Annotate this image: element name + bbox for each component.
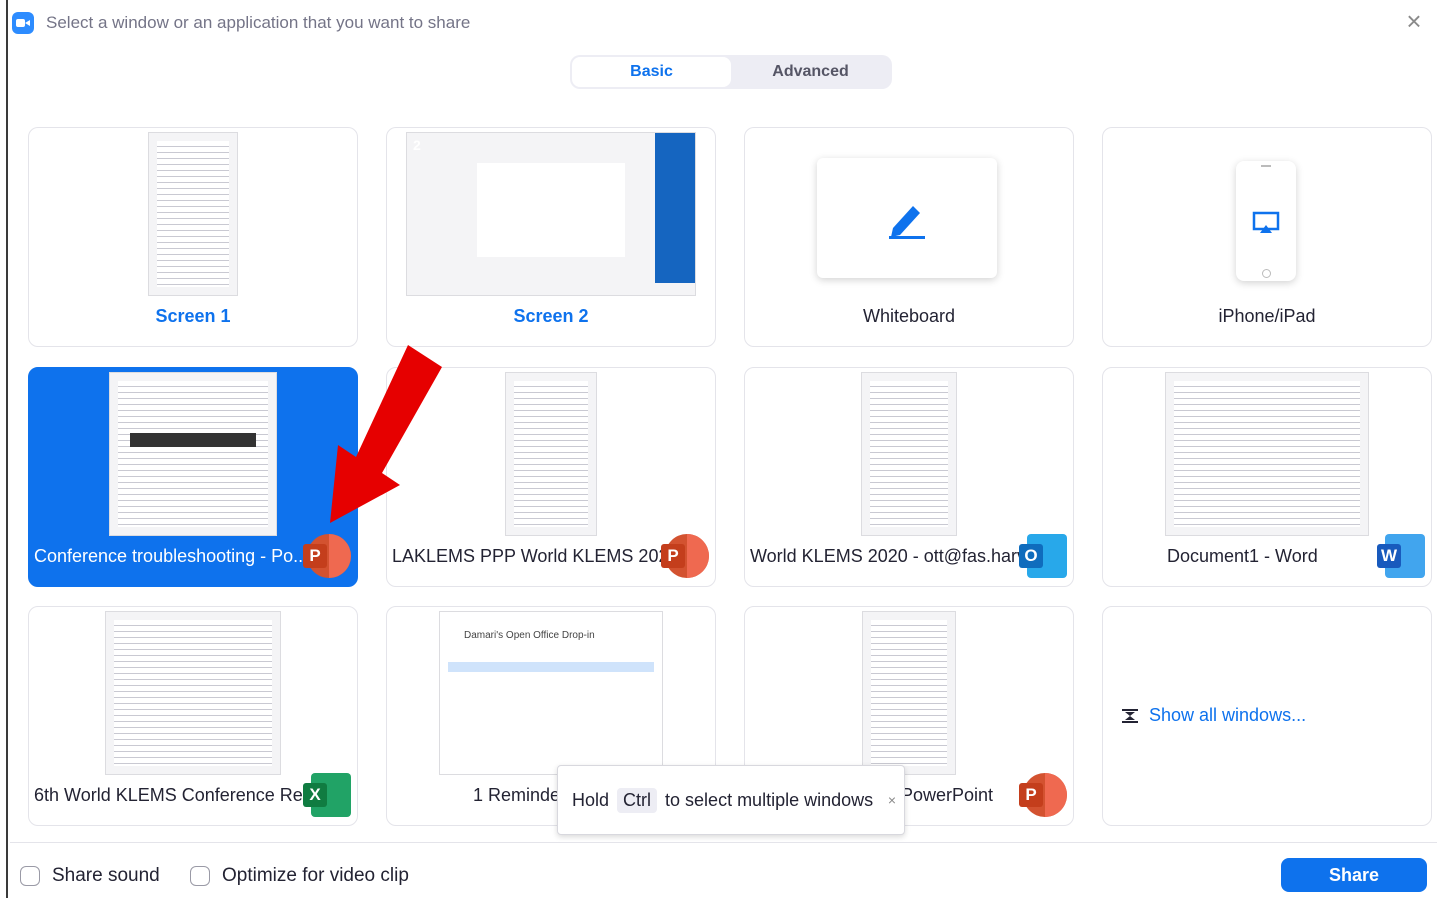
powerpoint-window-thumbnail [862, 611, 956, 775]
share-button[interactable]: Share [1281, 858, 1427, 892]
tile-window-document1[interactable]: Document1 - Word W [1102, 367, 1432, 587]
tile-screen-1[interactable]: Screen 1 [28, 127, 358, 347]
tile-label: Conference troubleshooting - Po... [34, 546, 309, 566]
tooltip-close-icon[interactable]: × [888, 792, 896, 808]
expand-icon [1122, 708, 1138, 723]
powerpoint-icon: P [1019, 773, 1067, 817]
tile-iphone-ipad[interactable]: iPhone/iPad [1102, 127, 1432, 347]
tile-screen-2[interactable]: 2 Screen 2 [386, 127, 716, 347]
tile-label: PowerPoint [901, 785, 994, 805]
tooltip-text: to select multiple windows [665, 789, 874, 810]
footer-bar: Share sound Optimize for video clip Shar… [10, 842, 1437, 899]
title-bar: Select a window or an application that y… [12, 8, 470, 38]
screen-1-thumbnail [148, 132, 238, 296]
show-all-windows-link[interactable]: Show all windows... [1121, 705, 1306, 726]
tile-label: 6th World KLEMS Conference Re... [34, 785, 318, 805]
red-arrow-annotation [330, 345, 442, 523]
reminder-thumbnail-title: Damari's Open Office Drop-in [464, 630, 595, 641]
tile-label: 1 Reminder [473, 785, 567, 805]
phone-card [1236, 161, 1296, 281]
tile-window-world2020[interactable]: World KLEMS 2020 - ott@fas.harv... O [744, 367, 1074, 587]
optimize-video-checkbox[interactable]: Optimize for video clip [190, 865, 409, 887]
tile-label: Screen 1 [155, 306, 231, 326]
powerpoint-icon: P [661, 534, 709, 578]
reminder-window-thumbnail: Damari's Open Office Drop-in [439, 611, 663, 775]
multi-select-tooltip: Hold Ctrl to select multiple windows × [557, 765, 905, 835]
tab-basic[interactable]: Basic [572, 57, 731, 87]
checkbox-label: Optimize for video clip [222, 865, 409, 886]
checkbox-box[interactable] [20, 866, 40, 886]
outlook-icon: O [1019, 534, 1067, 578]
tile-label: World KLEMS 2020 - ott@fas.harv... [750, 546, 1040, 566]
checkbox-box[interactable] [190, 866, 210, 886]
tooltip-hold: Hold [572, 789, 610, 810]
excel-window-thumbnail [105, 611, 281, 775]
pencil-icon [889, 206, 925, 239]
tile-window-excel[interactable]: 6th World KLEMS Conference Re... X [28, 606, 358, 826]
tile-label: LAKLEMS PPP World KLEMS 2021... [392, 546, 694, 566]
outlook-window-thumbnail [861, 372, 957, 536]
window-edge [0, 0, 8, 898]
tile-label: Document1 - Word [1167, 546, 1318, 566]
screen-2-thumbnail: 2 [406, 132, 696, 296]
powerpoint-window-thumbnail [505, 372, 597, 536]
tab-advanced[interactable]: Advanced [731, 57, 890, 87]
word-icon: W [1377, 534, 1425, 578]
airplay-icon [1252, 211, 1280, 233]
window-title: Select a window or an application that y… [46, 13, 471, 32]
ctrl-key: Ctrl [617, 787, 658, 813]
screen-number-badge: 2 [413, 137, 421, 153]
word-window-thumbnail [1165, 372, 1369, 536]
tile-label: iPhone/iPad [1218, 306, 1316, 326]
close-icon[interactable]: × [1401, 8, 1427, 34]
powerpoint-icon: P [303, 534, 351, 578]
tile-label: Screen 2 [513, 306, 589, 326]
whiteboard-card [817, 158, 997, 278]
tile-whiteboard[interactable]: Whiteboard [744, 127, 1074, 347]
excel-icon: X [303, 773, 351, 817]
mode-tabs: Basic Advanced [570, 55, 892, 89]
zoom-logo-icon [12, 12, 34, 34]
share-sound-checkbox[interactable]: Share sound [20, 865, 160, 887]
powerpoint-window-thumbnail [109, 372, 277, 536]
tile-window-conference[interactable]: Conference troubleshooting - Po... P [28, 367, 358, 587]
tile-label: Whiteboard [862, 306, 956, 326]
tile-show-all-windows[interactable]: Show all windows... [1102, 606, 1432, 826]
checkbox-label: Share sound [52, 865, 160, 886]
show-all-label: Show all windows... [1149, 705, 1307, 725]
